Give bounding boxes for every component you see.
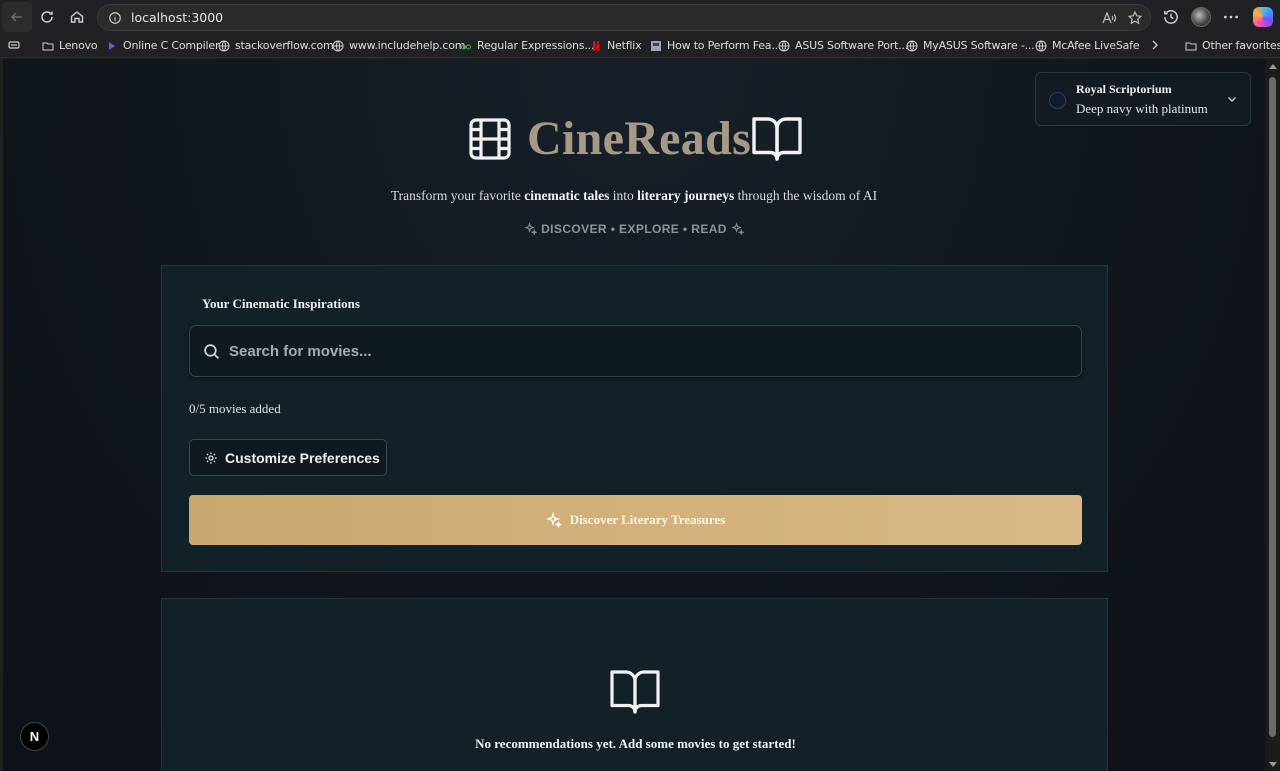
bookmarks-bar: Lenovo Online C Compiler stackoverflow.c… (0, 34, 1280, 58)
bookmark-mcafee[interactable]: McAfee LiveSafe (1035, 39, 1140, 52)
copilot-icon[interactable] (1253, 7, 1273, 27)
bookmark-asus-software[interactable]: ASUS Software Port... (778, 39, 908, 52)
home-icon (70, 11, 84, 23)
recommendations-card: No recommendations yet. Add some movies … (161, 598, 1108, 771)
empty-recommendations-text: No recommendations yet. Add some movies … (475, 736, 796, 751)
bookmark-lenovo[interactable]: Lenovo (42, 39, 98, 52)
url-text: localhost:3000 (131, 10, 224, 25)
hero-header: CineReads (3, 111, 1265, 171)
regex-icon (460, 40, 472, 52)
bookmark-how-to-perform[interactable]: How to Perform Fea... (650, 39, 781, 52)
bookmarks-overflow-chevron-icon[interactable] (1149, 39, 1166, 51)
open-book-icon (610, 670, 660, 714)
chevron-down-icon (1228, 97, 1236, 102)
refresh-icon (41, 11, 53, 23)
bookmark-netflix[interactable]: Netflix (590, 39, 642, 52)
globe-icon (218, 40, 230, 52)
sparkles-icon (524, 222, 538, 235)
inspirations-card: Your Cinematic Inspirations 0/5 movies a… (161, 265, 1108, 572)
movie-search-input[interactable] (229, 338, 1049, 364)
page-scrollbar[interactable] (1265, 59, 1280, 771)
globe-icon (906, 40, 918, 52)
movies-added-count: 0/5 movies added (189, 401, 281, 416)
discover-label: Discover Literary Treasures (569, 512, 726, 527)
customize-preferences-label: Customize Preferences (225, 449, 380, 466)
inspirations-heading: Your Cinematic Inspirations (202, 296, 360, 311)
read-aloud-icon[interactable] (1101, 10, 1117, 26)
address-bar[interactable]: localhost:3000 (97, 4, 1151, 31)
netflix-icon (590, 40, 602, 52)
customize-preferences-button[interactable]: Customize Preferences (189, 439, 387, 476)
history-icon[interactable] (1162, 8, 1180, 26)
nextjs-dev-badge[interactable]: N (20, 722, 49, 751)
theme-swatch (1049, 92, 1066, 109)
search-icon (204, 344, 220, 360)
home-button[interactable] (62, 2, 92, 32)
gear-icon (205, 451, 217, 464)
tabs-icon[interactable] (8, 39, 25, 51)
programiz-icon (106, 40, 118, 52)
refresh-button[interactable] (32, 2, 62, 32)
sparkles-icon (545, 512, 562, 528)
more-menu-icon[interactable] (1222, 8, 1240, 26)
tagline: Transform your favorite cinematic tales … (390, 188, 878, 203)
subtagline: DISCOVER • EXPLORE • READ (3, 222, 1265, 236)
scroll-up-arrow-icon[interactable] (1269, 64, 1277, 69)
discover-literary-treasures-button[interactable]: Discover Literary Treasures (189, 495, 1082, 545)
scroll-down-arrow-icon[interactable] (1269, 762, 1277, 767)
movie-search-box (189, 325, 1082, 377)
bookmark-includehelp[interactable]: www.includehelp.com (332, 39, 466, 52)
bookmark-myasus[interactable]: MyASUS Software -... (906, 39, 1035, 52)
film-icon (469, 118, 511, 160)
bookmark-regular-expressions[interactable]: Regular Expressions... (460, 39, 594, 52)
profile-avatar[interactable] (1191, 7, 1211, 27)
app-title: CineReads (527, 112, 752, 165)
bookmark-online-c-compiler[interactable]: Online C Compiler (106, 39, 219, 52)
theme-name: Royal Scriptorium (1076, 82, 1172, 96)
folder-icon (42, 40, 54, 52)
info-icon (109, 11, 121, 24)
folder-icon (1185, 40, 1197, 52)
arrow-left-icon (10, 12, 22, 22)
scrollbar-thumb[interactable] (1269, 77, 1276, 737)
open-book-icon (752, 117, 802, 161)
back-button[interactable] (2, 2, 32, 32)
browser-toolbar: localhost:3000 (0, 0, 1280, 34)
globe-icon (778, 40, 790, 52)
page-viewport: Royal Scriptorium Deep navy with platinu… (3, 59, 1265, 771)
globe-icon (332, 40, 344, 52)
bookmark-other-favorites[interactable]: Other favorites (1185, 39, 1280, 52)
favorite-star-icon[interactable] (1127, 10, 1143, 26)
globe-icon (1035, 40, 1047, 52)
bookmark-stackoverflow[interactable]: stackoverflow.com (218, 39, 334, 52)
page-icon (650, 40, 662, 52)
sparkles-icon (731, 222, 744, 235)
